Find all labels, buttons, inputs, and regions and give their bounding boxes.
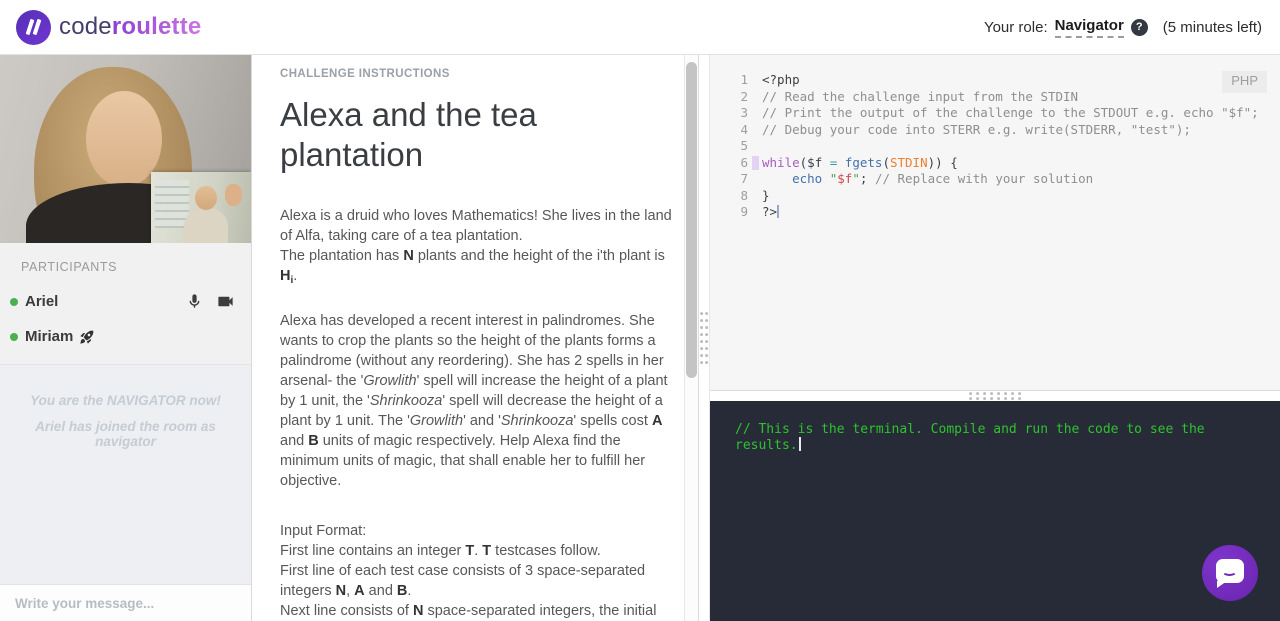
panel-resize-handle-horizontal[interactable] [710,390,1280,401]
code-line: 3 // Print the output of the challenge to… [710,105,1280,122]
chat-message: You are the NAVIGATOR now! [30,393,221,408]
code-line: 1 <?php [710,72,1280,89]
line-number: 1 [740,72,748,87]
time-left: (5 minutes left) [1162,18,1262,36]
code-line: 6 while($f = fgets(STDIN)) { [710,155,1280,172]
code-line: 2 // Read the challenge input from the ST… [710,89,1280,106]
instructions-paragraph: Input Format: First line contains an inte… [280,523,657,619]
line-number: 5 [740,138,748,153]
terminal-text: // This is the terminal. Compile and run… [735,422,1205,453]
code-line: 9 ?> [710,204,1280,221]
chat-message: Ariel has joined the room as navigator [35,419,216,449]
mic-icon[interactable] [186,293,203,310]
instructions-panel: CHALLENGE INSTRUCTIONS Alexa and the tea… [252,55,698,621]
editor-cursor [777,205,780,218]
editor-gutter: 2 [710,89,756,106]
code-editor[interactable]: 1 <?php 2 // Read the challenge input from … [710,55,1280,390]
line-number: 9 [740,204,748,219]
message-input-wrap [0,584,251,621]
brand-logo[interactable]: coderoulette [16,9,201,45]
editor-gutter: 6 [710,154,759,172]
rocket-icon [79,329,95,345]
role-value[interactable]: Navigator [1054,17,1124,38]
participant-row[interactable]: Ariel [0,284,251,319]
terminal[interactable]: // This is the terminal. Compile and run… [710,401,1280,621]
instructions-scrollbar-thumb[interactable] [686,62,697,378]
code-text: // Print the output of the challenge to … [762,105,1259,120]
language-badge: PHP [1222,71,1267,93]
code-line: 5 [710,138,1280,155]
online-status-dot [10,297,18,306]
line-number: 7 [740,171,748,186]
code-line: 7 echo "$f"; // Replace with your soluti… [710,171,1280,188]
participants-title: PARTICIPANTS [21,260,118,274]
main-content: PARTICIPANTS Ariel Miriam You are the NAV… [0,55,1280,621]
code-text: // Debug your code into STERR e.g. write… [762,121,1191,137]
participants-section: PARTICIPANTS Ariel Miriam [0,243,251,364]
instructions-body: Alexa is a druid who loves Mathematics! … [280,206,674,621]
line-number: 2 [740,88,748,104]
sidebar: PARTICIPANTS Ariel Miriam You are the NAV… [0,55,252,621]
line-number: 6 [740,154,748,170]
editor-gutter: 9 [710,204,756,221]
instructions-paragraph: Alexa is a druid who loves Mathematics! … [280,208,672,286]
help-icon[interactable]: ? [1130,18,1148,36]
editor-gutter: 3 [710,105,756,122]
editor-gutter: 4 [710,122,756,139]
participant-name: Miriam [25,328,74,345]
editor-gutter: 5 [710,138,756,155]
participant-name: Ariel [25,293,59,310]
camera-icon[interactable] [216,292,235,311]
editor-gutter: 8 [710,188,756,205]
editor-gutter: 1 [710,72,756,89]
editor-gutter: 7 [710,171,756,188]
instructions-paragraph: Alexa has developed a recent interest in… [280,313,668,489]
webcam-main-video [0,55,251,243]
code-line: 4 // Debug your code into STERR e.g. writ… [710,122,1280,139]
drag-dots-icon [699,312,709,364]
chat-message-list: You are the NAVIGATOR now! Ariel has join… [0,364,251,584]
code-text: } [762,187,770,203]
code-text: <?php [762,72,800,87]
participant-actions [186,292,235,311]
line-number: 3 [740,105,748,120]
online-status-dot [10,332,18,341]
code-text: ?> [762,204,780,219]
chat-launcher-button[interactable] [1202,545,1258,601]
code-text: echo "$f"; // Replace with your solution [792,171,1094,186]
code-text: // Read the challenge input from the STD… [762,88,1079,104]
code-line: 8} [710,188,1280,205]
code-lines: 1 <?php 2 // Read the challenge input from … [710,72,1280,221]
brand-name-roulette: roulette [111,13,202,40]
remote-cursor-marker [752,155,759,170]
line-number: 4 [740,121,748,137]
chat-launcher-icon [1216,559,1244,588]
brand-icon [16,9,51,45]
line-number: 8 [740,187,748,203]
terminal-cursor [798,437,801,451]
role-info: Your role: Navigator ? (5 minutes left) [984,17,1262,38]
code-text: while($f = fgets(STDIN)) { [762,154,958,170]
participant-row[interactable]: Miriam [0,319,251,354]
participants-list: Ariel Miriam [0,284,251,354]
message-input[interactable] [0,595,251,611]
app-root: coderoulette Your role: Navigator ? (5 m… [0,0,1280,621]
webcam-self-video [151,172,251,243]
instructions-section-title: CHALLENGE INSTRUCTIONS [280,68,450,80]
drag-dots-icon [969,391,1021,401]
brand-name-code: code [59,13,112,40]
brand-name: coderoulette [59,13,201,41]
panel-resize-handle-vertical[interactable] [698,55,710,621]
header: coderoulette Your role: Navigator ? (5 m… [0,0,1280,55]
role-label: Your role: [983,18,1048,36]
instructions-scrollbar[interactable] [684,55,698,621]
right-panel: 1 <?php 2 // Read the challenge input from … [710,55,1280,621]
challenge-title: Alexa and the tea plantation [280,96,537,173]
